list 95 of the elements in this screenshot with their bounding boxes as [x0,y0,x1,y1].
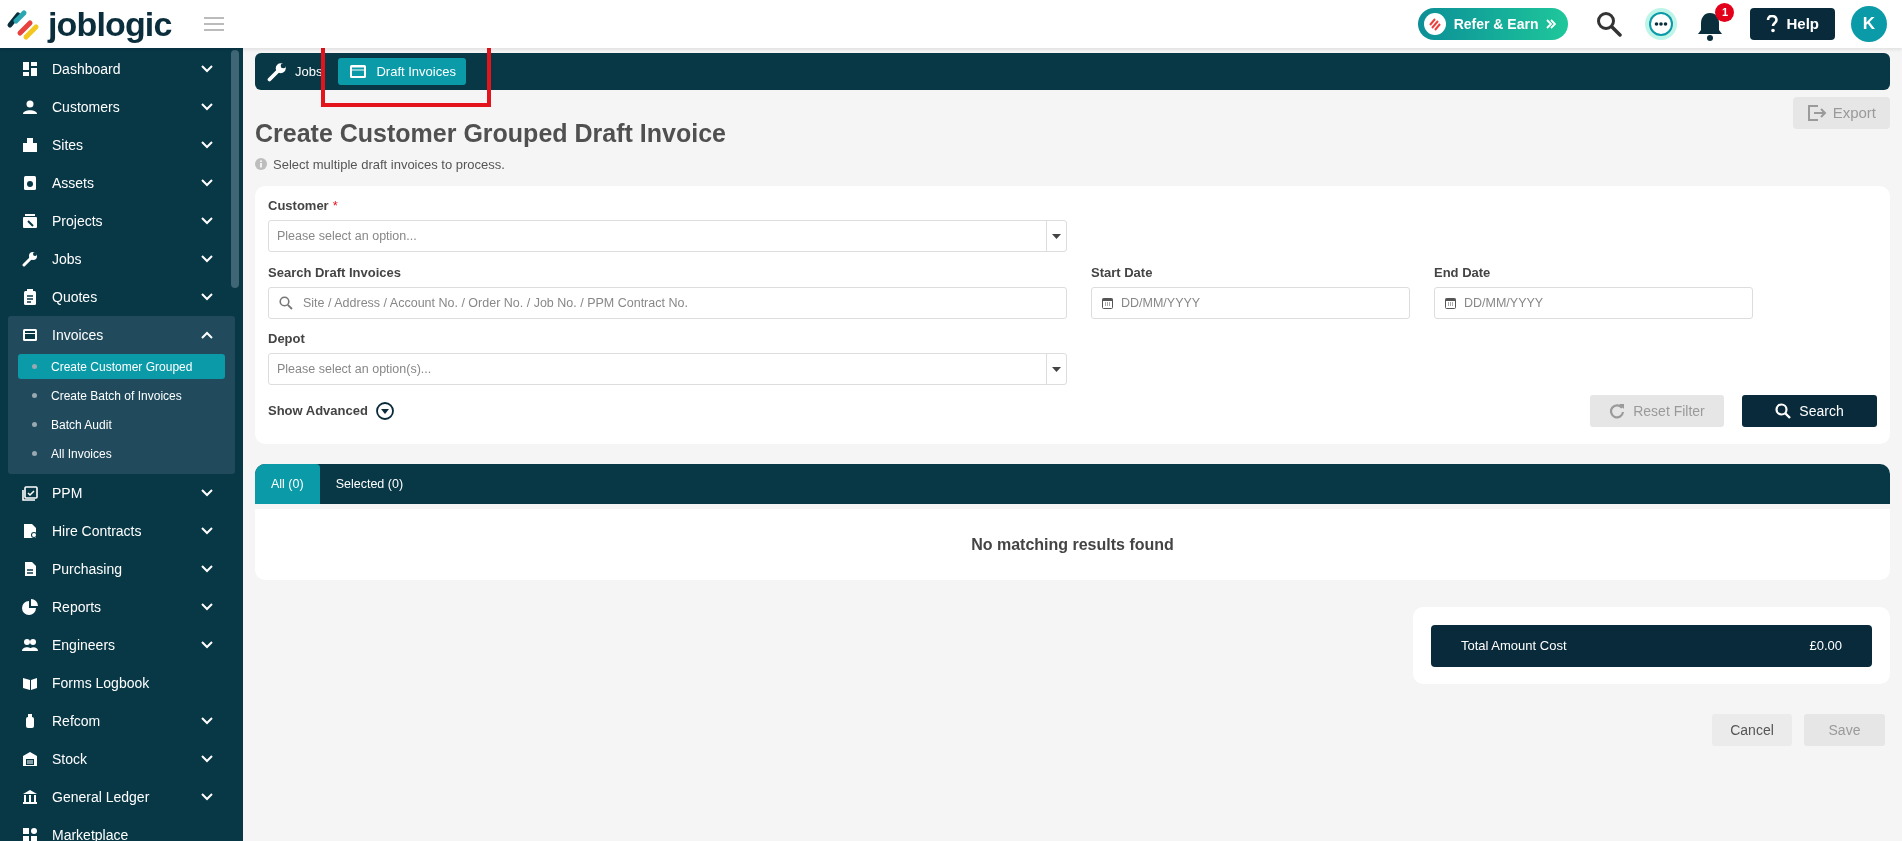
sidebar-item[interactable]: Reports [0,588,243,626]
chevron-icon [201,217,213,225]
toolbox-icon [22,213,38,229]
sidebar-item[interactable]: Purchasing [0,550,243,588]
sidebar-item[interactable]: General Ledger [0,778,243,816]
total-label: Total Amount Cost [1461,636,1567,655]
card-icon [348,63,369,80]
sidebar-item[interactable]: Stock [0,740,243,778]
book-icon [22,675,38,691]
chevron-icon [201,255,213,263]
empty-message: No matching results found [971,534,1174,555]
clipboard-icon [22,289,38,305]
people-icon [22,637,38,653]
sidebar-item[interactable]: Quotes [0,278,243,316]
grid-icon [22,827,38,841]
submenu-item[interactable]: Create Batch of Invoices [18,383,225,408]
info-text: Select multiple draft invoices to process. [273,155,505,174]
dropdown-caret-icon [1052,366,1061,372]
logo-icon [1423,13,1446,35]
sidebar-item[interactable]: Assets [0,164,243,202]
sidebar-item[interactable]: Customers [0,88,243,126]
scrollbar[interactable] [231,50,239,288]
search-button[interactable]: Search [1742,395,1877,427]
sidebar-item[interactable]: Invoices [8,316,235,354]
chevron-icon [201,103,213,111]
export-icon [1806,105,1827,121]
end-date-field[interactable]: DD/MM/YYYY [1434,287,1753,319]
search-icon [279,296,293,310]
bank-icon [22,789,38,805]
sidebar-item[interactable]: Hire Contracts [0,512,243,550]
question-icon [1766,15,1779,33]
grid-icon [22,61,38,77]
required-mark: * [332,197,338,216]
chevron-icon [201,793,213,801]
chevron-icon [201,565,213,573]
tablet-icon [22,175,38,191]
chevron-icon [201,331,213,339]
chevron-icon [201,179,213,187]
person-icon [22,99,38,115]
breadcrumb-link[interactable]: Jobs [267,58,329,85]
field-label: Start Date [1091,264,1154,282]
chevron-circle-icon [375,402,394,420]
cancel-button[interactable]: Cancel [1712,714,1792,746]
submenu-item[interactable]: All Invoices [18,441,225,466]
chevron-icon [201,489,213,497]
chevron-icon [201,603,213,611]
search-icon [1775,403,1792,419]
help-button[interactable]: Help [1750,8,1835,40]
warehouse-icon [22,751,38,767]
tab[interactable]: Selected (0) [319,464,420,504]
chat-icon[interactable] [1644,7,1679,41]
search-icon[interactable] [1596,11,1623,37]
chevron-icon [201,717,213,725]
customer-dropdown[interactable]: Please select an option... [268,220,1067,252]
pie-chart-icon [22,599,38,615]
wrench-icon [22,251,38,267]
document-icon [22,561,38,577]
chevron-icon [201,293,213,301]
calendar-icon [1445,297,1456,309]
sidebar-item[interactable]: Engineers [0,626,243,664]
info-icon [255,158,267,171]
field-label: End Date [1434,264,1492,282]
sidebar-item[interactable]: Forms Logbook [0,664,243,702]
field-label: Depot [268,330,306,348]
document-icon [22,523,38,539]
field-label: Customer [268,197,329,216]
sidebar-item[interactable]: Projects [0,202,243,240]
chevron-icon [201,65,213,73]
chevron-icon [201,141,213,149]
total-value: £0.00 [1809,636,1842,655]
sidebar-item[interactable]: Dashboard [0,50,243,88]
logo-text: joblogic [48,7,172,41]
chevron-icon [201,755,213,763]
double-chevron-icon [1546,19,1557,29]
sidebar-item[interactable]: PPM [0,474,243,512]
show-advanced-toggle[interactable]: Show Advanced [268,401,394,421]
chevron-icon [201,641,213,649]
sidebar-item[interactable]: Sites [0,126,243,164]
calendar-icon [1102,297,1113,309]
sidebar-item[interactable]: Jobs [0,240,243,278]
depot-dropdown[interactable]: Please select an option(s)... [268,353,1067,385]
dropdown-caret-icon [1052,233,1061,239]
building-icon [22,137,38,153]
sidebar-item[interactable]: Refcom [0,702,243,740]
calendar-icon [22,485,38,501]
notification-badge: 1 [1715,3,1735,22]
start-date-field[interactable]: DD/MM/YYYY [1091,287,1410,319]
wrench-icon [267,61,287,82]
refresh-icon [1609,403,1626,419]
field-label: Search Draft Invoices [268,264,402,282]
card-icon [22,327,38,343]
search-field[interactable]: Site / Address / Account No. / Order No. / Job No. / PPM Contract No. [268,287,1067,319]
chevron-icon [201,527,213,535]
page-title: Create Customer Grouped Draft Invoice [255,118,726,149]
submenu-item[interactable]: Batch Audit [18,412,225,437]
